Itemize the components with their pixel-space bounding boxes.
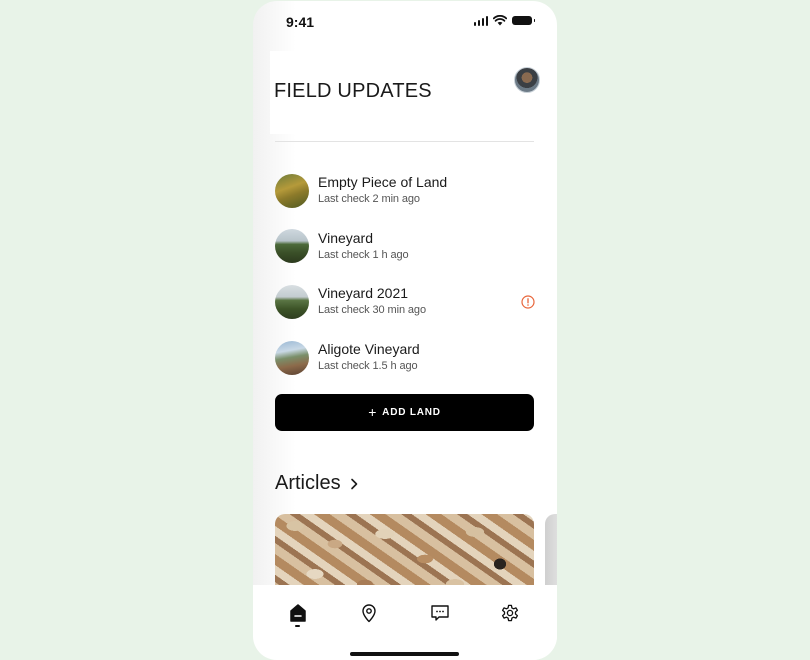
plus-icon: + [368,404,378,420]
tab-bar [253,585,557,660]
chevron-right-icon [350,478,357,489]
land-name: Aligote Vineyard [318,341,420,358]
status-bar: 9:41 [253,1,557,41]
land-last-check: Last check 30 min ago [318,304,426,317]
status-time: 9:41 [286,14,315,30]
add-land-label: ADD LAND [382,407,441,418]
land-thumbnail [275,340,309,375]
gear-icon [501,604,519,622]
tab-settings[interactable] [498,601,522,625]
land-name: Vineyard [318,229,374,246]
cellular-signal-icon [473,15,488,26]
land-list-item[interactable]: Empty Piece of Land Last check 2 min ago [275,163,537,219]
battery-icon [512,16,535,25]
land-last-check: Last check 1.5 h ago [318,360,418,373]
phone-screen: 9:41 FIELD UPDATES Empty Piece of Land L… [253,1,557,660]
chat-bubble-icon [431,605,449,621]
land-thumbnail [275,229,309,264]
land-name: Vineyard 2021 [318,285,409,302]
land-thumbnail [275,284,309,319]
land-thumbnail [275,173,309,208]
land-list-item[interactable]: Aligote Vineyard Last check 1.5 h ago [275,330,537,386]
header-divider [275,141,534,142]
wifi-icon [493,15,507,26]
land-list-item[interactable]: Vineyard 2021 Last check 30 min ago [275,274,537,330]
map-pin-icon [362,604,376,623]
page-title: FIELD UPDATES [274,80,432,102]
land-last-check: Last check 2 min ago [318,193,420,206]
home-indicator[interactable] [350,652,459,656]
land-list-item[interactable]: Vineyard Last check 1 h ago [275,219,537,275]
land-list: Empty Piece of Land Last check 2 min ago… [275,163,537,385]
articles-title: Articles [275,472,341,494]
user-avatar[interactable] [514,67,540,93]
active-tab-indicator [295,625,300,627]
land-last-check: Last check 1 h ago [318,248,409,261]
tab-messages[interactable] [428,601,452,625]
tab-home[interactable] [286,601,310,625]
tab-map[interactable] [357,601,381,625]
home-icon [290,604,306,622]
status-icons [473,15,535,26]
alert-icon[interactable] [521,295,535,309]
add-land-button[interactable]: + ADD LAND [275,394,534,431]
land-name: Empty Piece of Land [318,174,448,191]
articles-header[interactable]: Articles [275,472,359,495]
